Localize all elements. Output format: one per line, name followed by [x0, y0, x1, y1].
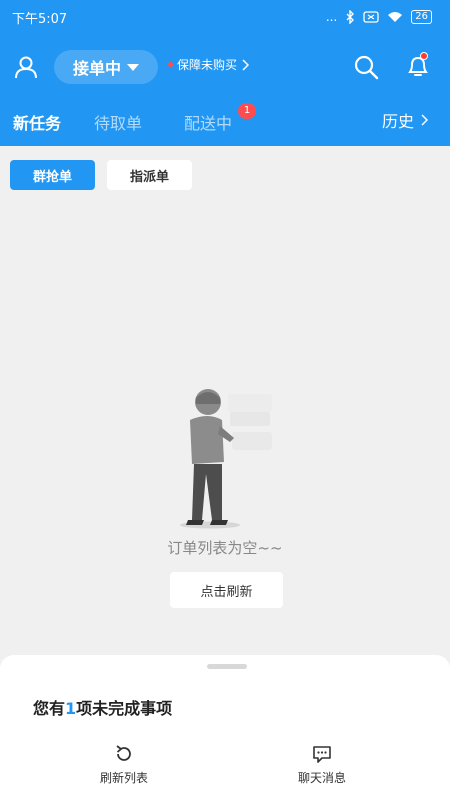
search-icon[interactable] [353, 54, 379, 80]
header: 接单中 保障未购买 新任务 待取单 配送中 1 历史 [0, 34, 450, 146]
warning-dot-icon [168, 62, 173, 67]
history-label: 历史 [382, 112, 415, 131]
battery-icon: 26 [411, 10, 432, 24]
order-status-label: 接单中 [72, 59, 121, 78]
status-bar: 下午5:07 ... 26 [0, 0, 450, 34]
pending-prefix: 您有 [33, 699, 66, 718]
chat-icon [313, 746, 331, 763]
header-top-row: 接单中 保障未购买 [0, 34, 450, 98]
chat-messages-label: 聊天消息 [298, 771, 347, 785]
chevron-right-icon [421, 114, 429, 126]
tab-new-task[interactable]: 新任务 [13, 110, 61, 134]
notification-dot [420, 52, 428, 60]
delivering-count-badge: 1 [238, 103, 256, 119]
bluetooth-icon [346, 10, 355, 24]
refresh-button[interactable]: 点击刷新 [170, 572, 283, 608]
refresh-icon [116, 745, 131, 761]
refresh-list-label: 刷新列表 [100, 771, 149, 785]
tab-delivering[interactable]: 配送中 [184, 110, 232, 134]
tab-pending-pickup[interactable]: 待取单 [94, 110, 142, 134]
sim-icon [363, 11, 379, 23]
pending-tasks-summary[interactable]: 您有1项未完成事项 [33, 695, 172, 719]
wifi-icon [388, 12, 403, 22]
pending-suffix: 项未完成事项 [76, 699, 173, 718]
refresh-list-button[interactable]: 刷新列表 [100, 743, 148, 786]
order-status-toggle[interactable]: 接单中 [54, 50, 158, 84]
warranty-text: 保障未购买 [177, 58, 238, 72]
chat-messages-button[interactable]: 聊天消息 [298, 743, 346, 786]
task-tabs: 新任务 待取单 配送中 1 历史 [0, 98, 450, 146]
empty-courier-illustration [180, 389, 272, 529]
user-icon[interactable] [13, 54, 39, 80]
filter-group-grab-button[interactable]: 群抢单 [10, 160, 95, 190]
caret-down-icon [127, 63, 139, 71]
signal-dots: ... [325, 10, 338, 24]
pending-count: 1 [65, 699, 77, 718]
warranty-link[interactable]: 保障未购买 [168, 56, 250, 73]
status-time: 下午5:07 [12, 11, 68, 27]
chevron-right-icon [242, 58, 250, 71]
status-indicators: ... 26 [326, 10, 432, 24]
empty-state-message: 订单列表为空~~ [167, 539, 283, 557]
drag-handle[interactable] [207, 664, 247, 669]
filter-assigned-button[interactable]: 指派单 [107, 160, 192, 190]
history-link[interactable]: 历史 [382, 108, 429, 132]
bottom-sheet: 您有1项未完成事项 刷新列表 聊天消息 [0, 655, 450, 800]
